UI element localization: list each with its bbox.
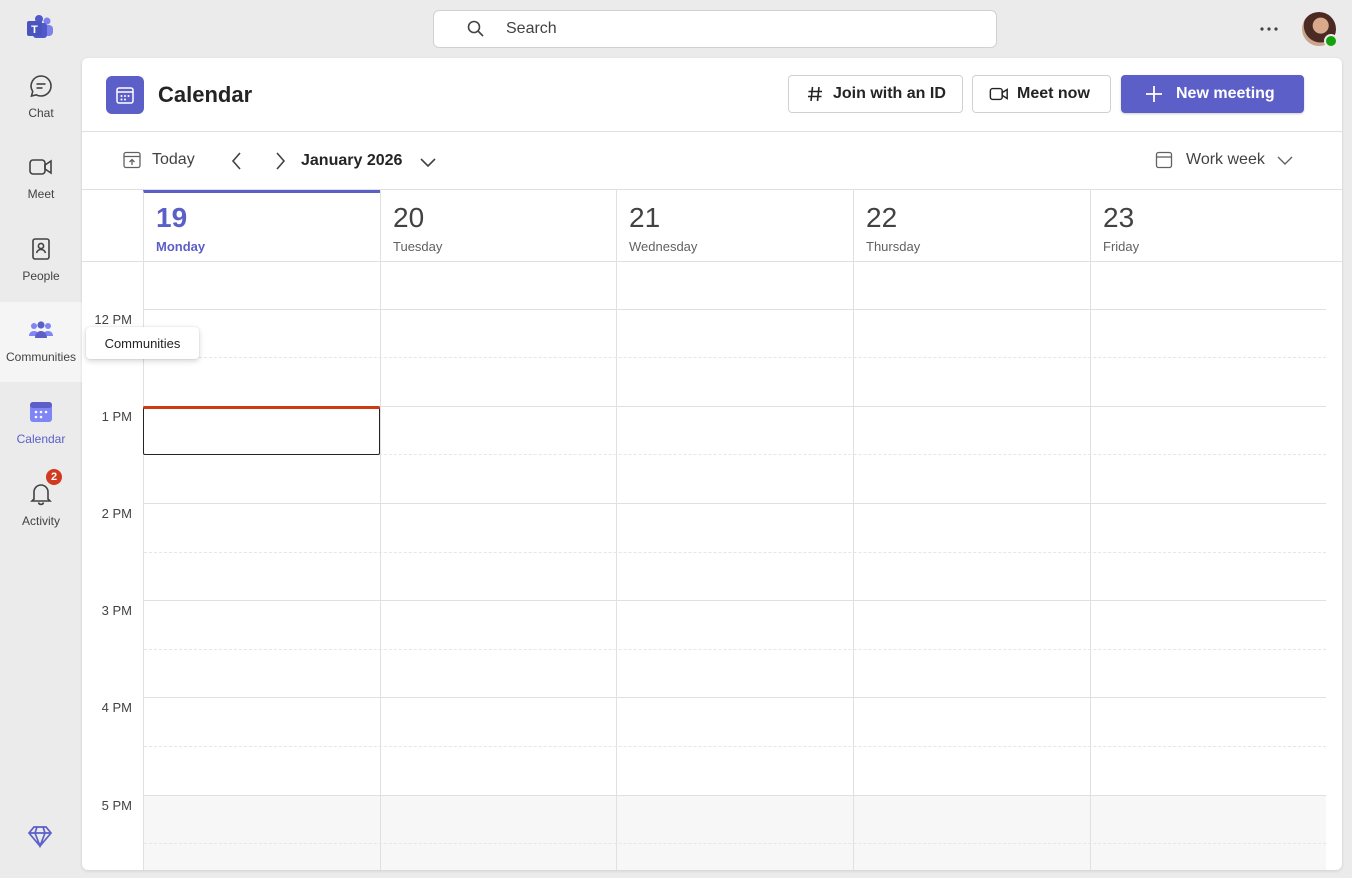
hour-line — [144, 503, 1326, 504]
search-icon — [466, 19, 486, 39]
current-time-indicator — [143, 406, 380, 409]
new-meeting-button[interactable]: New meeting — [1121, 75, 1304, 113]
half-hour-line — [144, 552, 1326, 553]
hour-line — [144, 600, 1326, 601]
people-book-icon — [27, 235, 55, 263]
plus-icon — [1144, 84, 1164, 104]
page-title: Calendar — [158, 82, 253, 107]
rail-chat-label: Chat — [28, 106, 54, 120]
rail-communities-label: Communities — [5, 350, 77, 364]
rail-people[interactable]: People — [0, 221, 82, 301]
today-label: Today — [152, 151, 195, 168]
day-name: Wednesday — [629, 239, 698, 254]
day-header-monday[interactable]: 19 Monday — [143, 190, 380, 262]
day-column-divider — [1090, 262, 1091, 870]
rail-activity[interactable]: 2 Activity — [0, 466, 82, 546]
teams-logo-icon[interactable]: T — [25, 14, 55, 42]
day-name: Friday — [1103, 239, 1140, 254]
search-bar[interactable]: Search — [433, 10, 997, 48]
chat-icon — [27, 72, 55, 100]
video-icon — [989, 84, 1009, 104]
join-with-id-label: Join with an ID — [833, 85, 946, 102]
meet-now-button[interactable]: Meet now — [972, 75, 1111, 113]
chevron-right-icon[interactable] — [270, 150, 290, 172]
diamond-icon[interactable] — [26, 822, 54, 850]
rail-calendar[interactable]: Calendar — [0, 384, 82, 464]
work-week-icon — [1154, 150, 1174, 170]
rail-tooltip: Communities — [86, 327, 199, 359]
day-number: 21 — [629, 202, 661, 233]
day-name: Tuesday — [393, 239, 443, 254]
rail-meet-label: Meet — [27, 187, 55, 201]
hour-line — [144, 697, 1326, 698]
day-header-tuesday[interactable]: 20 Tuesday — [380, 190, 616, 262]
calendar-grid[interactable]: 12 PM 1 PM 2 PM 3 PM 4 PM 5 PM — [82, 262, 1342, 870]
day-header-friday[interactable]: 23 Friday — [1090, 190, 1342, 262]
view-switcher[interactable]: Work week — [1154, 150, 1295, 170]
user-avatar[interactable] — [1302, 12, 1338, 48]
meet-now-label: Meet now — [1017, 85, 1090, 102]
search-placeholder: Search — [506, 20, 557, 37]
rail-people-label: People — [22, 269, 60, 283]
selected-time-slot[interactable] — [143, 407, 380, 455]
rail-chat[interactable]: Chat — [0, 58, 82, 138]
bell-icon: 2 — [27, 468, 63, 508]
svg-text:T: T — [31, 24, 38, 36]
half-hour-line — [144, 746, 1326, 747]
chevron-left-icon[interactable] — [227, 150, 247, 172]
hash-icon — [805, 84, 825, 104]
activity-badge: 2 — [45, 468, 63, 486]
new-meeting-label: New meeting — [1176, 85, 1275, 102]
day-number: 22 — [866, 202, 898, 233]
day-column-divider — [853, 262, 854, 870]
app-rail: T Chat Meet People Communities Calendar … — [0, 0, 82, 878]
day-header-thursday[interactable]: 22 Thursday — [853, 190, 1090, 262]
time-label: 1 PM — [101, 409, 132, 424]
time-label: 12 PM — [94, 312, 132, 327]
calendar-app-icon — [106, 76, 144, 114]
day-column-divider — [616, 262, 617, 870]
time-label: 5 PM — [101, 798, 132, 813]
calendar-toolbar: Today January 2026 Work week — [82, 132, 1342, 190]
rail-calendar-label: Calendar — [16, 432, 66, 446]
hour-line — [144, 795, 1326, 796]
view-label: Work week — [1186, 151, 1265, 168]
calendar-header: Calendar Join with an ID Meet now New me… — [82, 58, 1342, 132]
chevron-down-icon — [1275, 150, 1295, 170]
calendar-panel: Calendar Join with an ID Meet now New me… — [82, 58, 1342, 870]
video-icon — [27, 153, 55, 181]
chevron-down-icon[interactable] — [418, 152, 438, 172]
day-number: 23 — [1103, 202, 1135, 233]
day-column-divider — [380, 262, 381, 870]
rail-meet[interactable]: Meet — [0, 139, 82, 219]
time-label: 2 PM — [101, 506, 132, 521]
time-label: 4 PM — [101, 700, 132, 715]
day-name: Thursday — [866, 239, 921, 254]
day-number: 19 — [156, 202, 188, 233]
hour-line — [144, 309, 1326, 310]
rail-activity-label: Activity — [21, 514, 60, 528]
rail-communities[interactable]: Communities — [0, 302, 82, 382]
presence-available-icon — [1324, 34, 1338, 48]
more-options-icon[interactable] — [1255, 16, 1283, 42]
calendar-icon — [27, 398, 55, 426]
join-with-id-button[interactable]: Join with an ID — [788, 75, 963, 113]
day-header-wednesday[interactable]: 21 Wednesday — [616, 190, 853, 262]
communities-icon — [27, 316, 55, 344]
half-hour-line — [144, 357, 1326, 358]
day-name: Monday — [156, 239, 206, 254]
half-hour-line — [144, 843, 1326, 844]
time-gutter-header — [82, 190, 144, 262]
today-button[interactable]: Today — [122, 150, 195, 170]
off-hours-shading — [144, 795, 1326, 870]
month-picker[interactable]: January 2026 — [301, 152, 402, 170]
calendar-today-icon — [122, 150, 142, 170]
half-hour-line — [144, 649, 1326, 650]
day-number: 20 — [393, 202, 425, 233]
time-label: 3 PM — [101, 603, 132, 618]
